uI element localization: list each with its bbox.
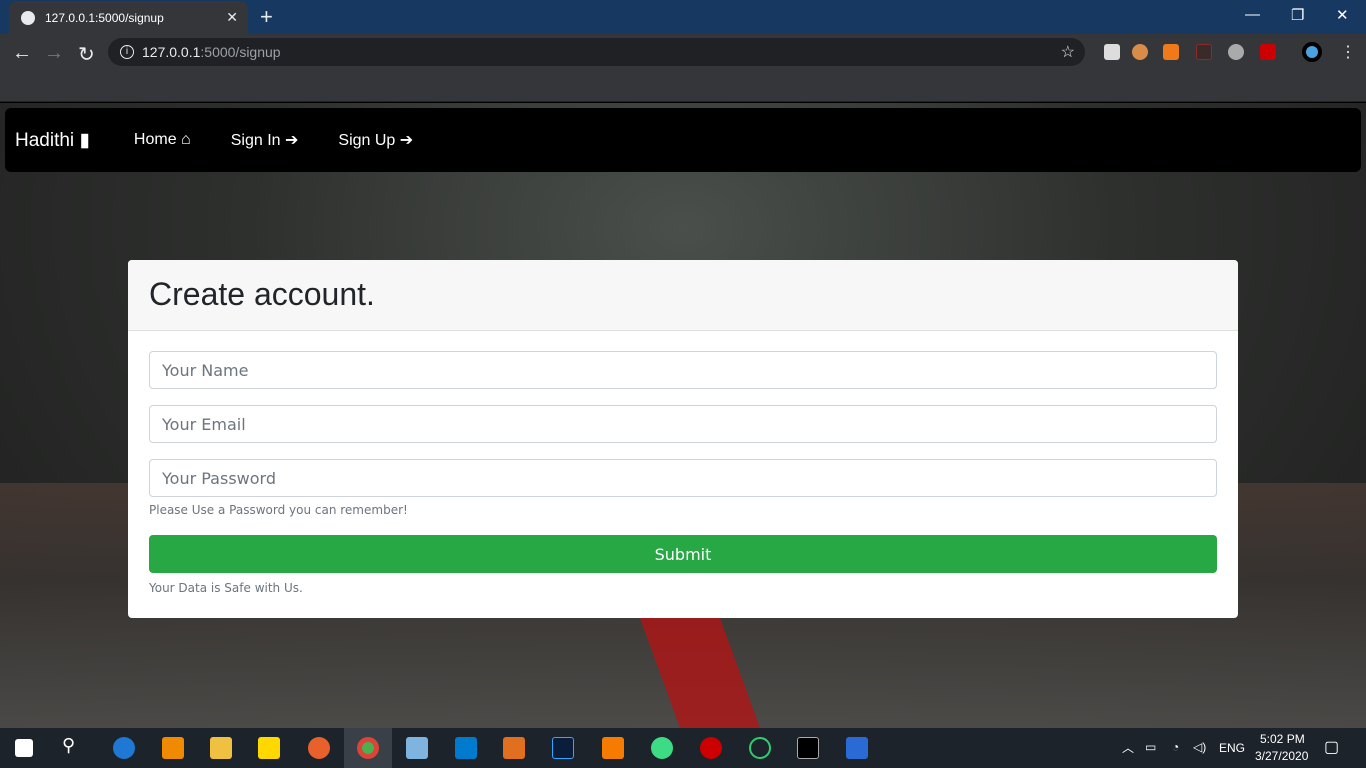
windows-start-icon[interactable] (15, 739, 33, 757)
navbar: Hadithi ▮ Home ⌂ Sign In ➔ Sign Up ➔ (5, 108, 1361, 172)
vscode-icon[interactable] (455, 737, 477, 759)
xampp-icon[interactable] (602, 737, 624, 759)
home-icon: ⌂ (181, 131, 191, 148)
clock-time[interactable]: 5:02 PM (1260, 732, 1305, 746)
new-tab-button[interactable]: + (260, 4, 273, 30)
browser-tab[interactable]: 127.0.0.1:5000/signup ✕ (9, 1, 248, 34)
file-explorer-icon[interactable] (210, 737, 232, 759)
card-title: Create account. (128, 260, 1238, 331)
media-player-icon[interactable] (503, 737, 525, 759)
taskbar: ⚲ ︿ ▭ ◔ ◁) ENG 5:02 PM 3/27/2020 ▢ (0, 728, 1366, 768)
notifications-icon[interactable]: ▢ (1324, 737, 1339, 757)
nav-sign-in-label: Sign In (230, 132, 281, 149)
extension-eye-icon[interactable] (1302, 42, 1322, 62)
extension-audio-icon[interactable] (1163, 44, 1179, 60)
email-input[interactable]: Your Email (149, 405, 1217, 443)
footer-note: Your Data is Safe with Us. (149, 581, 303, 595)
firefox-icon[interactable] (308, 737, 330, 759)
photoshop-icon[interactable] (552, 737, 574, 759)
brand-label: Hadithi (15, 129, 75, 151)
nav-sign-in[interactable]: Sign In ➔ (231, 130, 299, 150)
address-bar[interactable]: i 127.0.0.1:5000/signup ☆ (108, 38, 1085, 66)
extension-wand-icon[interactable] (1260, 44, 1276, 60)
chrome-icon[interactable] (357, 737, 379, 759)
virtualbox-icon[interactable] (406, 737, 428, 759)
menu-icon[interactable]: ⋮ (1340, 42, 1356, 62)
brand[interactable]: Hadithi ▮ (15, 129, 90, 152)
name-input[interactable]: Your Name (149, 351, 1217, 389)
volume-icon[interactable]: ◁) (1193, 740, 1206, 754)
search-icon[interactable]: ⚲ (62, 735, 84, 757)
sticky-notes-icon[interactable] (258, 737, 280, 759)
book-icon: ▮ (79, 129, 90, 151)
signup-card: Create account. Your Name Your Email You… (128, 260, 1238, 618)
reload-icon[interactable]: ↻ (78, 42, 95, 67)
password-help: Please Use a Password you can remember! (149, 503, 408, 517)
minimize-button[interactable]: — (1245, 6, 1260, 23)
wifi-icon[interactable]: ◔ (1172, 740, 1179, 754)
edge-icon[interactable] (113, 737, 135, 759)
sign-in-icon: ➔ (399, 132, 414, 149)
sign-in-icon: ➔ (284, 132, 299, 149)
close-tab-icon[interactable]: ✕ (226, 9, 238, 26)
nav-home-label: Home (133, 131, 177, 148)
tab-title: 127.0.0.1:5000/signup (45, 10, 164, 25)
url-host: 127.0.0.1 (142, 44, 201, 60)
language-indicator[interactable]: ENG (1219, 741, 1245, 755)
battery-icon[interactable]: ▭ (1145, 740, 1156, 754)
nav-sign-up-label: Sign Up (338, 132, 396, 149)
info-icon[interactable]: i (120, 45, 134, 59)
nav-home[interactable]: Home ⌂ (134, 131, 191, 149)
close-window-button[interactable]: ✕ (1336, 6, 1349, 24)
extension-pen-icon[interactable] (1104, 44, 1120, 60)
app-red-icon[interactable] (700, 737, 722, 759)
globe-icon (21, 10, 35, 25)
page-background: Hadithi ▮ Home ⌂ Sign In ➔ Sign Up ➔ Cre… (0, 103, 1366, 728)
restore-button[interactable]: ❐ (1291, 6, 1304, 24)
tray-chevron-icon[interactable]: ︿ (1122, 739, 1134, 756)
clock-date[interactable]: 3/27/2020 (1255, 749, 1308, 763)
upwork-icon[interactable] (749, 737, 771, 759)
browser-toolbar: ← → ↻ i 127.0.0.1:5000/signup ☆ ⋮ (0, 34, 1366, 102)
extension-monkey-icon[interactable] (1132, 44, 1148, 60)
submit-button[interactable]: Submit (149, 535, 1217, 573)
url-path: :5000/signup (200, 44, 281, 60)
back-icon[interactable]: ← (12, 42, 32, 65)
extension-pdf-icon[interactable] (1196, 44, 1212, 60)
forward-icon[interactable]: → (44, 42, 64, 65)
nav-sign-up[interactable]: Sign Up ➔ (338, 130, 413, 150)
powershell-icon[interactable] (846, 737, 868, 759)
vlc-icon[interactable] (162, 737, 184, 759)
browser-titlebar: 127.0.0.1:5000/signup ✕ + — ❐ ✕ (0, 0, 1366, 34)
bookmark-star-icon[interactable]: ☆ (1061, 42, 1075, 62)
extension-magnet-icon[interactable] (1228, 44, 1244, 60)
terminal-icon[interactable] (797, 737, 819, 759)
password-input[interactable]: Your Password (149, 459, 1217, 497)
android-studio-icon[interactable] (651, 737, 673, 759)
